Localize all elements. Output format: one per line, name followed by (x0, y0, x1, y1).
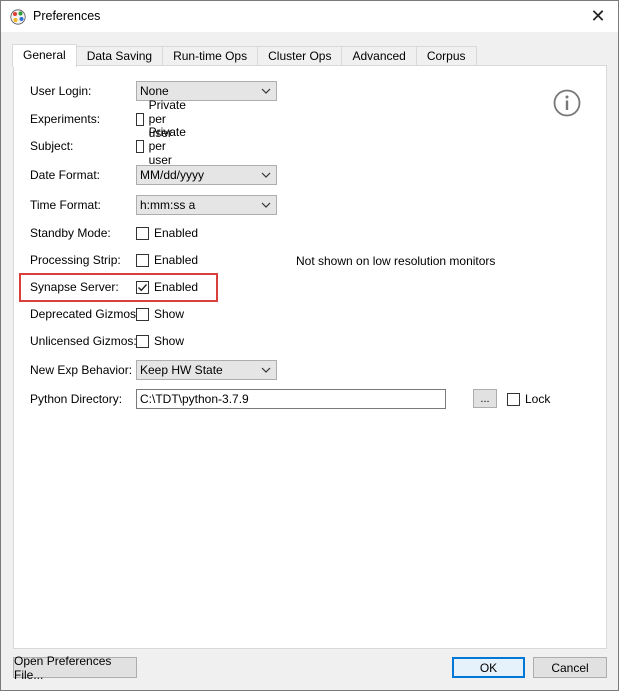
app-palette-icon (10, 9, 26, 25)
title-bar: Preferences ✕ (1, 1, 618, 32)
lock-option: Lock (507, 392, 550, 406)
processing-strip-checkbox[interactable] (136, 253, 149, 267)
unlicensed-gizmos-checkbox[interactable] (136, 334, 149, 348)
python-directory-row: Python Directory: C:\TDT\python-3.7.9 ..… (30, 389, 600, 409)
deprecated-gizmos-label: Deprecated Gizmos: (30, 307, 140, 321)
user-login-value: None (140, 84, 169, 98)
standby-mode-label: Standby Mode: (30, 226, 111, 240)
subject-checkbox[interactable] (136, 139, 144, 153)
date-format-label: Date Format: (30, 168, 101, 182)
ok-button[interactable]: OK (452, 657, 525, 678)
lock-label[interactable]: Lock (525, 392, 550, 406)
python-directory-input[interactable]: C:\TDT\python-3.7.9 (136, 389, 446, 409)
date-format-select[interactable]: MM/dd/yyyy (136, 165, 277, 185)
tab-general[interactable]: General (12, 44, 77, 67)
preferences-window: Preferences ✕ General Data Saving Run-ti… (0, 0, 619, 691)
time-format-select[interactable]: h:mm:ss a (136, 195, 277, 215)
processing-strip-note: Not shown on low resolution monitors (296, 254, 496, 268)
standby-mode-option-label[interactable]: Enabled (154, 226, 198, 240)
tab-data-saving[interactable]: Data Saving (75, 46, 164, 66)
tab-corpus[interactable]: Corpus (415, 46, 477, 66)
checkmark-icon (138, 283, 148, 291)
synapse-server-label: Synapse Server: (30, 280, 119, 294)
close-icon: ✕ (590, 5, 606, 27)
time-format-value: h:mm:ss a (140, 198, 196, 212)
deprecated-gizmos-checkbox[interactable] (136, 307, 149, 321)
window-title: Preferences (33, 9, 101, 23)
standby-mode-checkbox[interactable] (136, 226, 149, 240)
python-directory-label: Python Directory: (30, 392, 123, 406)
new-exp-behavior-select[interactable]: Keep HW State (136, 360, 277, 380)
tab-strip: General Data Saving Run-time Ops Cluster… (12, 44, 477, 67)
lock-checkbox[interactable] (507, 392, 520, 406)
experiments-label: Experiments: (30, 112, 101, 126)
general-panel: User Login: None Experiments: Private pe… (13, 65, 607, 649)
tab-run-time-ops[interactable]: Run-time Ops (162, 46, 259, 66)
close-button[interactable]: ✕ (586, 4, 610, 28)
cancel-button[interactable]: Cancel (533, 657, 607, 678)
chevron-down-icon (261, 172, 271, 178)
python-directory-value: C:\TDT\python-3.7.9 (140, 392, 249, 406)
tab-advanced[interactable]: Advanced (341, 46, 417, 66)
new-exp-behavior-label: New Exp Behavior: (30, 363, 133, 377)
subject-option-label[interactable]: Private per user (149, 125, 192, 167)
subject-label: Subject: (30, 139, 74, 153)
open-preferences-file-button[interactable]: Open Preferences File... (13, 654, 137, 682)
info-icon[interactable] (552, 88, 582, 118)
processing-strip-option-label[interactable]: Enabled (154, 253, 198, 267)
chevron-down-icon (261, 88, 271, 94)
user-login-label: User Login: (30, 84, 92, 98)
chevron-down-icon (261, 367, 271, 373)
synapse-server-option-label[interactable]: Enabled (154, 280, 198, 294)
synapse-server-checkbox[interactable] (136, 280, 149, 294)
chevron-down-icon (261, 202, 271, 208)
time-format-label: Time Format: (30, 198, 101, 212)
unlicensed-gizmos-option-label[interactable]: Show (154, 334, 184, 348)
browse-button[interactable]: ... (473, 389, 497, 408)
new-exp-behavior-value: Keep HW State (140, 363, 223, 377)
experiments-checkbox[interactable] (136, 112, 144, 126)
deprecated-gizmos-option-label[interactable]: Show (154, 307, 184, 321)
date-format-value: MM/dd/yyyy (140, 168, 205, 182)
tab-cluster-ops[interactable]: Cluster Ops (257, 46, 343, 66)
unlicensed-gizmos-label: Unlicensed Gizmos: (30, 334, 137, 348)
processing-strip-label: Processing Strip: (30, 253, 121, 267)
